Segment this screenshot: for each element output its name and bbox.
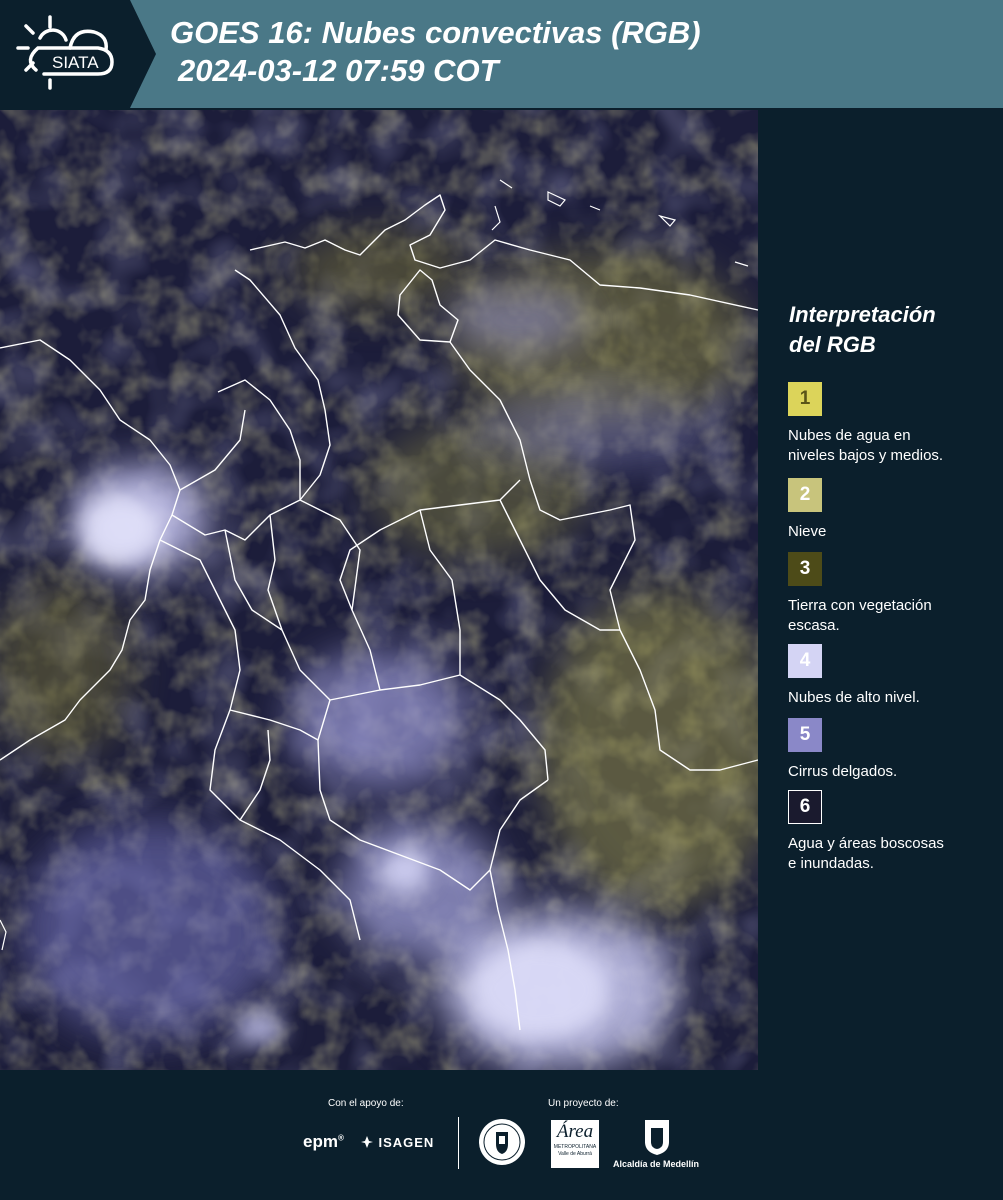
legend-item: 1 Nubes de agua en niveles bajos y medio…: [788, 382, 998, 466]
legend-label: Nubes de agua en niveles bajos y medios.: [788, 427, 944, 464]
siata-cloud-sun-icon: SIATA: [16, 15, 114, 90]
satellite-map-image: [0, 110, 758, 1070]
support-label: Con el apoyo de:: [328, 1098, 404, 1109]
legend-swatch: 2: [788, 478, 822, 512]
legend-swatch: 4: [788, 644, 822, 678]
title-line-2: 2024-03-12 07:59 COT: [178, 53, 499, 88]
title-line-1: GOES 16: Nubes convectivas (RGB): [170, 15, 701, 50]
legend-label: Agua y áreas boscosas e inundadas.: [788, 835, 944, 872]
project-label: Un proyecto de:: [548, 1098, 619, 1109]
legend-title: Interpretación del RGB: [789, 302, 936, 357]
legend-item: 2 Nieve: [788, 478, 998, 542]
isagen-logo[interactable]: ISAGEN: [360, 1134, 434, 1152]
legend-swatch: 5: [788, 718, 822, 752]
legend-swatch: 6: [788, 790, 822, 824]
legend-label: Nubes de alto nivel.: [788, 689, 920, 706]
isagen-mark-icon: [361, 1136, 373, 1148]
epm-logo[interactable]: epm®: [303, 1132, 344, 1152]
legend-label: Nieve: [788, 523, 827, 540]
siata-logo[interactable]: SIATA: [0, 0, 130, 108]
legend-item: 6 Agua y áreas boscosas e inundadas.: [788, 790, 998, 874]
page-title: GOES 16: Nubes convectivas (RGB) 2024-03…: [170, 14, 701, 90]
area-metropolitana-logo[interactable]: Área METROPOLITANA Valle de Aburrá: [551, 1120, 599, 1168]
legend-swatch: 3: [788, 552, 822, 586]
medellin-seal-icon[interactable]: [478, 1118, 526, 1166]
satellite-map: [0, 110, 758, 1070]
alcaldia-shield-icon: [645, 1120, 669, 1155]
legend-panel: Interpretación del RGB 1 Nubes de agua e…: [760, 110, 1003, 1070]
alcaldia-medellin-logo[interactable]: Alcaldía de Medellín: [613, 1159, 699, 1169]
legend-swatch: 1: [788, 382, 822, 416]
legend-label: Cirrus delgados.: [788, 763, 898, 780]
legend-item: 5 Cirrus delgados.: [788, 718, 998, 782]
legend-item: 4 Nubes de alto nivel.: [788, 644, 998, 708]
header-bar: SIATA GOES 16: Nubes convectivas (RGB) 2…: [0, 0, 1003, 108]
legend-label: Tierra con vegetación escasa.: [788, 597, 932, 634]
footer-divider: [458, 1117, 459, 1169]
svg-text:SIATA: SIATA: [52, 53, 99, 72]
legend-item: 3 Tierra con vegetación escasa.: [788, 552, 998, 636]
footer: Con el apoyo de: Un proyecto de: epm® IS…: [0, 1070, 1003, 1200]
